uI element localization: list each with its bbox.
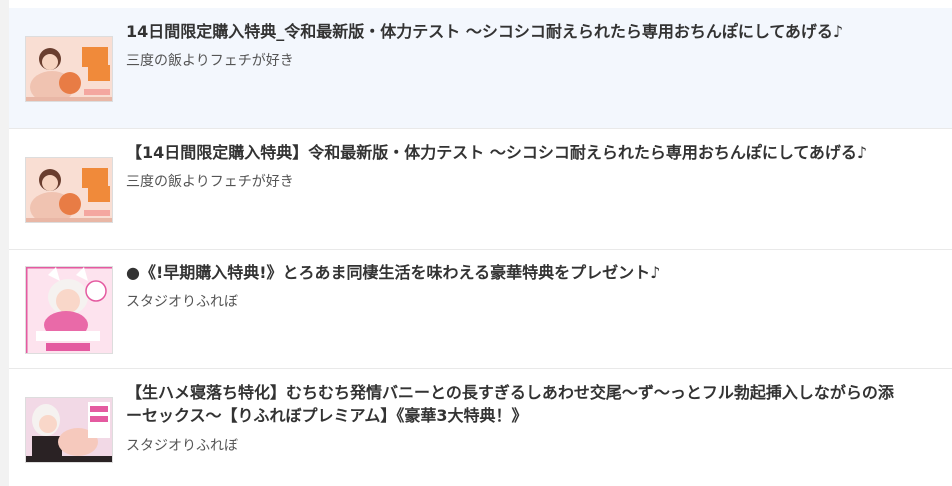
product-cover-image [26, 158, 112, 222]
product-thumbnail[interactable] [25, 397, 113, 463]
circle-name[interactable]: 三度の飯よりフェチが好き [126, 50, 294, 70]
circle-name[interactable]: 三度の飯よりフェチが好き [126, 171, 294, 191]
page: 14日間限定購入特典_令和最新版・体力テスト ～シコシコ耐えられたら専用おちんぽ… [0, 0, 952, 486]
circle-name[interactable]: スタジオりふれぼ [126, 291, 238, 311]
list-item[interactable]: 【生ハメ寝落ち特化】むちむち発情バニーとの長すぎるしあわせ交尾～ず～っとフル勃起… [9, 369, 952, 486]
product-title-link[interactable]: 14日間限定購入特典_令和最新版・体力テスト ～シコシコ耐えられたら専用おちんぽ… [126, 20, 843, 43]
list-item[interactable]: ●《!早期購入特典!》とろあま同棲生活を味わえる豪華特典をプレゼント♪ スタジオ… [9, 250, 952, 369]
list-item[interactable]: 【14日間限定購入特典】令和最新版・体力テスト ～シコシコ耐えられたら専用おちん… [9, 129, 952, 250]
list-item[interactable]: 14日間限定購入特典_令和最新版・体力テスト ～シコシコ耐えられたら専用おちんぽ… [9, 8, 952, 129]
circle-name[interactable]: スタジオりふれぼ [126, 435, 238, 455]
product-thumbnail[interactable] [25, 266, 113, 354]
left-gutter [0, 0, 9, 486]
product-thumbnail[interactable] [25, 36, 113, 102]
product-title-link[interactable]: 【生ハメ寝落ち特化】むちむち発情バニーとの長すぎるしあわせ交尾～ず～っとフル勃起… [126, 381, 894, 427]
product-title-link[interactable]: 【14日間限定購入特典】令和最新版・体力テスト ～シコシコ耐えられたら専用おちん… [126, 141, 867, 164]
product-cover-image [26, 267, 112, 353]
product-list: 14日間限定購入特典_令和最新版・体力テスト ～シコシコ耐えられたら専用おちんぽ… [9, 0, 952, 486]
product-cover-image [26, 37, 112, 101]
product-title-link[interactable]: ●《!早期購入特典!》とろあま同棲生活を味わえる豪華特典をプレゼント♪ [126, 261, 660, 284]
product-thumbnail[interactable] [25, 157, 113, 223]
product-title-line-2: ーセックス～【りふれぼプレミアム】《豪華3大特典！》 [126, 406, 528, 425]
product-title-line-1: 【生ハメ寝落ち特化】むちむち発情バニーとの長すぎるしあわせ交尾～ず～っとフル勃起… [126, 383, 894, 402]
product-cover-image [26, 398, 112, 462]
